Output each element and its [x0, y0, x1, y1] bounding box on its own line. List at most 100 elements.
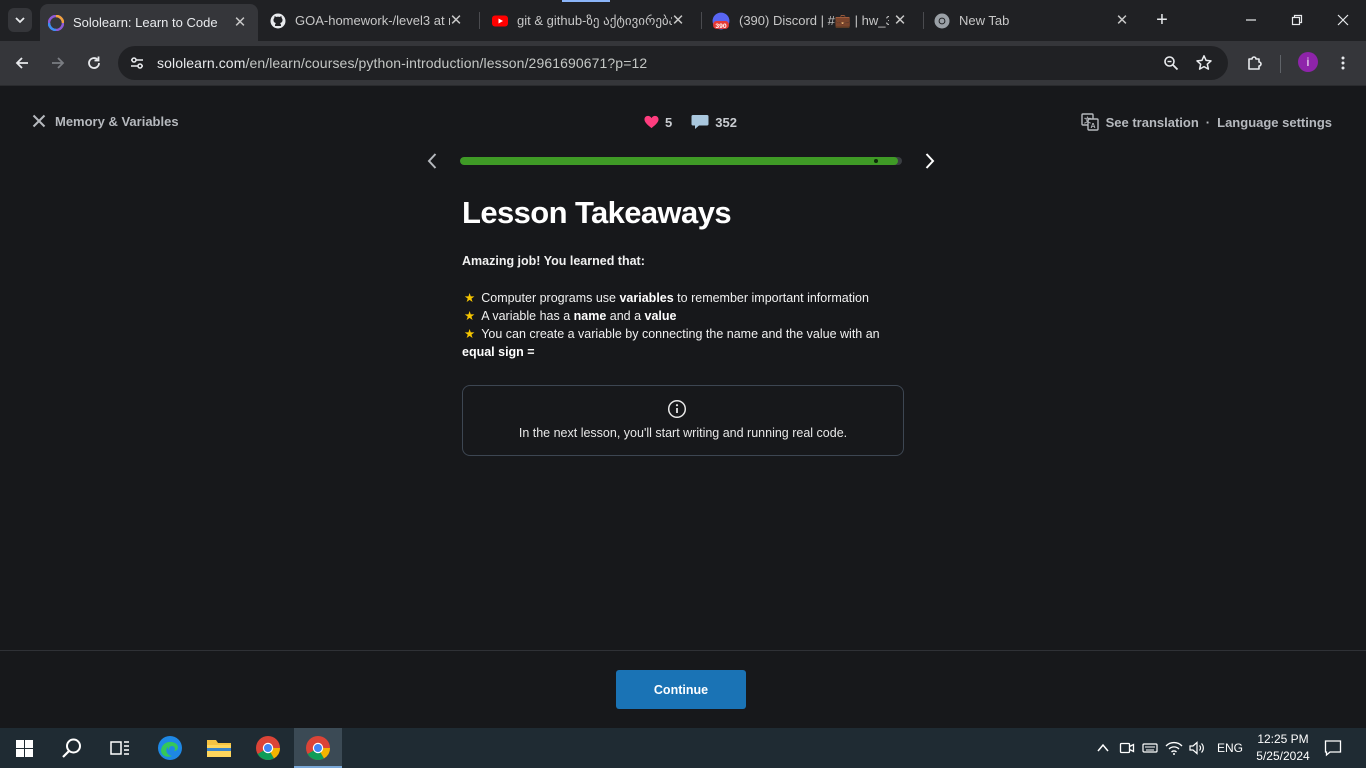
discord-icon: 390: [712, 12, 730, 29]
clock-date: 5/25/2024: [1256, 749, 1310, 763]
folder-icon: [207, 740, 231, 757]
edge-taskbar-button[interactable]: [146, 728, 194, 768]
takeaway-text: Computer programs use: [481, 291, 620, 305]
clock-time: 12:25 PM: [1257, 732, 1309, 746]
lesson-page: Memory & Variables 5 352 文A See translat…: [0, 87, 1366, 728]
chrome-taskbar-button[interactable]: [244, 728, 292, 768]
edge-icon: [158, 736, 182, 760]
taskbar-search-button[interactable]: [48, 728, 96, 768]
keyboard-icon[interactable]: [1142, 740, 1158, 756]
notification-icon: [1324, 740, 1342, 757]
takeaway-item: ★ Computer programs use variables to reme…: [462, 289, 904, 307]
notifications-button[interactable]: [1310, 728, 1356, 768]
url-path: /en/learn/courses/python-introduction/le…: [245, 55, 648, 71]
svg-text:A: A: [1090, 123, 1095, 130]
tab-close-icon[interactable]: ✕: [448, 12, 464, 29]
chevron-up-icon[interactable]: [1096, 741, 1110, 755]
tab-title: (390) Discord | #💼 | hw_32 |: [739, 12, 889, 28]
lesson-intro: Amazing job! You learned that:: [462, 254, 645, 268]
reload-button[interactable]: [82, 51, 106, 75]
chrome-profile-taskbar-button[interactable]: [294, 728, 342, 768]
comment-icon[interactable]: [691, 114, 709, 130]
search-icon: [62, 738, 81, 758]
language-settings-link[interactable]: Language settings: [1217, 115, 1332, 130]
separator-dot: ·: [1205, 114, 1211, 130]
star-icon: ★: [464, 327, 476, 341]
tab-close-icon[interactable]: ✕: [232, 14, 248, 31]
zoom-button[interactable]: [1162, 54, 1180, 72]
tab-youtube[interactable]: git & github-ზე აქტივირება ✕: [484, 0, 696, 41]
info-callout: In the next lesson, you'll start writing…: [462, 385, 904, 456]
next-step-button[interactable]: [923, 151, 937, 171]
browser-toolbar: sololearn.com/en/learn/courses/python-in…: [0, 41, 1366, 86]
exit-lesson-button[interactable]: Memory & Variables: [31, 113, 179, 129]
tab-close-icon[interactable]: ✕: [670, 12, 686, 29]
wifi-icon[interactable]: [1165, 740, 1183, 756]
bookmark-star-button[interactable]: [1195, 54, 1213, 72]
chrome-icon: [256, 736, 280, 761]
takeaway-text: You can create a variable by connecting …: [481, 327, 880, 341]
zoom-icon: [1164, 56, 1179, 71]
youtube-icon: [492, 15, 508, 26]
takeaway-keyword: name: [573, 309, 607, 323]
progress-marker: [873, 159, 878, 163]
tab-github[interactable]: GOA-homework-/level3 at m ✕: [262, 0, 474, 41]
arrow-right-icon: [52, 57, 65, 69]
tab-title: Sololearn: Learn to Code: [73, 15, 218, 30]
restore-button[interactable]: [1285, 8, 1309, 32]
volume-icon[interactable]: [1189, 740, 1207, 756]
new-tab-button[interactable]: +: [1151, 9, 1173, 31]
site-info-button[interactable]: [128, 54, 146, 72]
extensions-button[interactable]: [1243, 51, 1267, 75]
tab-discord[interactable]: 390 (390) Discord | #💼 | hw_32 | ✕: [706, 0, 918, 41]
close-window-button[interactable]: [1331, 8, 1355, 32]
discord-badge-count: 390: [715, 22, 727, 29]
address-bar[interactable]: sololearn.com/en/learn/courses/python-in…: [118, 46, 1228, 80]
minimize-button[interactable]: [1239, 8, 1263, 32]
chrome-icon: [934, 13, 950, 28]
star-icon: ★: [464, 309, 476, 323]
tab-sololearn[interactable]: Sololearn: Learn to Code ✕: [40, 4, 258, 41]
windows-logo-icon: [15, 739, 33, 757]
taskbar-clock[interactable]: 12:25 PM 5/25/2024: [1248, 731, 1318, 765]
input-language[interactable]: ENG: [1217, 741, 1243, 755]
takeaway-item: ★ You can create a variable by connecting…: [462, 325, 904, 361]
translate-icon: 文A: [1080, 113, 1099, 131]
tab-separator: [701, 12, 702, 29]
tab-close-icon[interactable]: ✕: [892, 12, 908, 29]
takeaway-text: and a: [606, 309, 645, 323]
chrome-icon: [306, 736, 330, 761]
lesson-progress-fill: [460, 157, 898, 165]
task-view-button[interactable]: [96, 728, 144, 768]
tab-new-tab[interactable]: New Tab ✕: [928, 0, 1140, 41]
profile-avatar[interactable]: i: [1298, 52, 1318, 72]
tab-title: GOA-homework-/level3 at m: [295, 13, 450, 28]
url-text[interactable]: sololearn.com/en/learn/courses/python-in…: [157, 55, 647, 71]
camera-icon[interactable]: [1119, 740, 1135, 756]
comments-count[interactable]: 352: [715, 115, 737, 130]
back-button[interactable]: [10, 51, 34, 75]
heart-icon: [644, 115, 659, 129]
tab-close-icon[interactable]: ✕: [1114, 12, 1130, 29]
tab-title: git & github-ზე აქტივირება: [517, 12, 672, 28]
takeaway-keyword: variables: [619, 291, 674, 305]
star-icon: ★: [464, 291, 476, 305]
takeaway-text: A variable has a: [481, 309, 574, 323]
hearts-count: 5: [665, 114, 673, 130]
tab-search-button[interactable]: [8, 8, 32, 32]
info-icon: [667, 399, 687, 419]
arrow-left-icon: [15, 57, 28, 69]
forward-button[interactable]: [46, 51, 70, 75]
file-explorer-taskbar-button[interactable]: [195, 728, 243, 768]
lesson-title: Lesson Takeaways: [462, 195, 732, 230]
lesson-stats: 5 352: [644, 114, 737, 130]
system-tray: ENG: [1096, 728, 1243, 768]
task-view-icon: [110, 741, 129, 755]
continue-button[interactable]: Continue: [616, 670, 746, 709]
previous-step-button[interactable]: [425, 151, 439, 171]
chrome-menu-button[interactable]: [1331, 51, 1355, 75]
see-translation-link[interactable]: See translation: [1106, 115, 1199, 130]
start-button[interactable]: [0, 728, 48, 768]
chevron-down-icon: [15, 17, 25, 24]
takeaway-keyword: equal sign =: [462, 345, 535, 359]
